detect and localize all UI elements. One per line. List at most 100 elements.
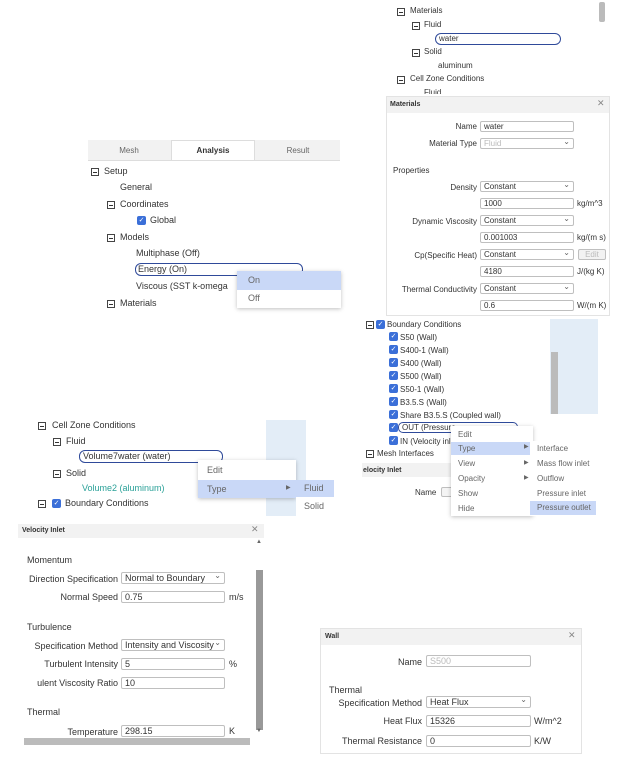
tree-item-solid[interactable]: Solid (66, 468, 86, 478)
tree-item-setup[interactable]: Setup (104, 166, 128, 176)
tree-item-boundary[interactable]: S50-1 (Wall) (400, 385, 444, 394)
tree-item-global[interactable]: Global (150, 215, 176, 225)
tree-item-mesh-interfaces[interactable]: Mesh Interfaces (377, 449, 434, 458)
conductivity-method-select[interactable]: Constant (480, 283, 574, 294)
cp-input[interactable]: 4180 (480, 266, 574, 277)
checkbox-checked-icon[interactable]: ✓ (389, 371, 398, 380)
scrollbar[interactable] (551, 352, 558, 414)
tree-item-boundary[interactable]: B3.5.S (Wall) (400, 398, 447, 407)
menu-item-outflow[interactable]: Outflow (537, 474, 564, 483)
density-method-select[interactable]: Constant (480, 181, 574, 192)
collapse-icon[interactable] (38, 422, 46, 430)
tree-item-cell-zone-conditions[interactable]: Cell Zone Conditions (52, 420, 136, 430)
tree-item-cell-zone-conditions[interactable]: Cell Zone Conditions (410, 74, 484, 83)
checkbox-checked-icon[interactable]: ✓ (389, 397, 398, 406)
tree-item-boundary[interactable]: S50 (Wall) (400, 333, 437, 342)
tree-item-fluid[interactable]: Fluid (424, 20, 441, 29)
menu-item-interface[interactable]: Interface (537, 444, 568, 453)
collapse-icon[interactable] (397, 8, 405, 16)
checkbox-checked-icon[interactable]: ✓ (52, 499, 61, 508)
menu-item-on[interactable]: On (237, 271, 341, 290)
name-field[interactable]: S500 (426, 655, 531, 667)
collapse-icon[interactable] (397, 76, 405, 84)
menu-item-view[interactable]: View (458, 459, 475, 468)
menu-item-hide[interactable]: Hide (458, 504, 474, 513)
ratio-input[interactable]: 10 (121, 677, 225, 689)
viscosity-method-select[interactable]: Constant (480, 215, 574, 226)
density-input[interactable]: 1000 (480, 198, 574, 209)
tree-item-aluminum[interactable]: aluminum (438, 61, 473, 70)
viscosity-input[interactable]: 0.001003 (480, 232, 574, 243)
collapse-icon[interactable] (107, 234, 115, 242)
menu-item-edit[interactable]: Edit (458, 430, 472, 439)
temperature-input[interactable]: 298.15 (121, 725, 225, 737)
checkbox-checked-icon[interactable]: ✓ (389, 345, 398, 354)
checkbox-checked-icon[interactable]: ✓ (389, 358, 398, 367)
tree-item-water-edit[interactable]: water (435, 33, 561, 45)
collapse-icon[interactable] (107, 201, 115, 209)
tree-item-boundary[interactable]: Share B3.5.S (Coupled wall) (400, 411, 501, 420)
tree-item-boundary[interactable]: S400-1 (Wall) (400, 346, 449, 355)
tab-analysis[interactable]: Analysis (171, 140, 255, 160)
scrollbar[interactable] (256, 570, 263, 730)
collapse-icon[interactable] (412, 49, 420, 57)
tree-item-models[interactable]: Models (120, 232, 149, 242)
checkbox-checked-icon[interactable]: ✓ (137, 216, 146, 225)
menu-item-opacity[interactable]: Opacity (458, 474, 485, 483)
collapse-icon[interactable] (412, 22, 420, 30)
tree-item-boundary-conditions[interactable]: Boundary Conditions (387, 320, 461, 329)
collapse-icon[interactable] (107, 300, 115, 308)
close-icon[interactable]: ✕ (251, 525, 259, 535)
resistance-input[interactable]: 0 (426, 735, 531, 747)
menu-item-off[interactable]: Off (248, 293, 260, 303)
edit-button[interactable]: Edit (578, 249, 606, 260)
spec-select[interactable]: Heat Flux (426, 696, 531, 708)
close-icon[interactable]: ✕ (597, 99, 605, 109)
tree-item-boundary[interactable]: S500 (Wall) (400, 372, 442, 381)
material-type-select[interactable]: Fluid (480, 138, 574, 149)
checkbox-checked-icon[interactable]: ✓ (389, 423, 398, 432)
tab-result[interactable]: Result (256, 146, 340, 155)
menu-item-pressure-outlet[interactable]: Pressure outlet (530, 501, 596, 515)
tree-item-volume2[interactable]: Volume2 (aluminum) (82, 483, 165, 493)
collapse-icon[interactable] (366, 450, 374, 458)
menu-item-solid[interactable]: Solid (304, 501, 324, 511)
speed-input[interactable]: 0.75 (121, 591, 225, 603)
close-icon[interactable]: ✕ (568, 631, 576, 641)
collapse-icon[interactable] (91, 168, 99, 176)
spec-select[interactable]: Intensity and Viscosity (121, 639, 225, 651)
direction-select[interactable]: Normal to Boundary (121, 572, 225, 584)
tree-item-materials[interactable]: Materials (410, 6, 442, 15)
collapse-icon[interactable] (366, 321, 374, 329)
name-field[interactable]: water (480, 121, 574, 132)
menu-item-mass-flow-inlet[interactable]: Mass flow inlet (537, 459, 589, 468)
tree-item-multiphase[interactable]: Multiphase (Off) (136, 248, 200, 258)
tree-item-fluid[interactable]: Fluid (66, 436, 86, 446)
checkbox-checked-icon[interactable]: ✓ (389, 332, 398, 341)
tree-item-boundary[interactable]: S400 (Wall) (400, 359, 442, 368)
tree-item-coordinates[interactable]: Coordinates (120, 199, 169, 209)
checkbox-checked-icon[interactable]: ✓ (389, 436, 398, 445)
scrollbar[interactable] (599, 2, 605, 22)
tree-item-boundary-conditions[interactable]: Boundary Conditions (65, 498, 149, 508)
collapse-icon[interactable] (53, 470, 61, 478)
scroll-down-icon[interactable]: ▼ (256, 728, 262, 734)
menu-item-fluid[interactable]: Fluid (296, 480, 334, 497)
checkbox-checked-icon[interactable]: ✓ (376, 320, 385, 329)
conductivity-input[interactable]: 0.6 (480, 300, 574, 311)
tree-item-fluid[interactable]: Fluid (424, 88, 441, 94)
intensity-input[interactable]: 5 (121, 658, 225, 670)
checkbox-checked-icon[interactable]: ✓ (389, 410, 398, 419)
tree-item-viscous[interactable]: Viscous (SST k-omega (136, 281, 236, 291)
tree-item-solid[interactable]: Solid (424, 47, 442, 56)
menu-item-edit[interactable]: Edit (207, 465, 223, 475)
tab-mesh[interactable]: Mesh (88, 146, 170, 155)
collapse-icon[interactable] (53, 438, 61, 446)
cp-method-select[interactable]: Constant (480, 249, 574, 260)
tree-item-materials[interactable]: Materials (120, 298, 157, 308)
scroll-up-icon[interactable]: ▲ (256, 539, 262, 545)
collapse-icon[interactable] (38, 500, 46, 508)
tree-item-boundary[interactable]: IN (Velocity inl (400, 437, 451, 446)
horizontal-scrollbar[interactable] (24, 738, 250, 745)
menu-item-show[interactable]: Show (458, 489, 478, 498)
